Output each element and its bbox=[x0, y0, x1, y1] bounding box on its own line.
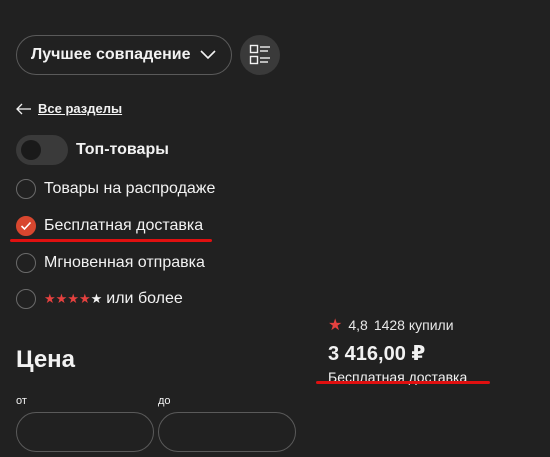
filter-rating[interactable]: ★★★★★ или более bbox=[16, 289, 183, 309]
instant-shipping-checkbox[interactable] bbox=[16, 253, 36, 273]
price-to-label: до bbox=[158, 395, 171, 407]
arrow-left-icon bbox=[16, 103, 31, 114]
back-to-all-sections-link[interactable]: Все разделы bbox=[16, 101, 122, 116]
chevron-down-icon bbox=[200, 50, 216, 60]
red-underline-annotation bbox=[316, 381, 490, 384]
product-rating: 4,8 bbox=[348, 317, 368, 333]
product-card-info: ★ 4,8 1428 купили 3 416,00 ₽ Бесплатная … bbox=[328, 315, 467, 385]
filter-instant-shipping[interactable]: Мгновенная отправка bbox=[16, 253, 205, 273]
free-delivery-label: Бесплатная доставка bbox=[44, 217, 204, 234]
price-heading: Цена bbox=[16, 346, 76, 373]
free-delivery-checkbox[interactable] bbox=[16, 216, 36, 236]
top-products-label: Топ-товары bbox=[76, 141, 169, 158]
toggle-knob bbox=[21, 140, 41, 160]
price-to-input[interactable] bbox=[158, 412, 296, 452]
list-view-button[interactable] bbox=[240, 35, 280, 75]
star-filled-icon: ★ bbox=[78, 291, 91, 306]
product-meta: ★ 4,8 1428 купили bbox=[328, 315, 467, 335]
product-bought-count: 1428 купили bbox=[373, 317, 454, 333]
product-price: 3 416,00 ₽ bbox=[328, 343, 426, 365]
top-products-toggle[interactable] bbox=[16, 135, 68, 165]
filter-sale-items[interactable]: Товары на распродаже bbox=[16, 179, 215, 199]
star-filled-icon: ★ bbox=[44, 291, 56, 306]
filter-free-delivery[interactable]: Бесплатная доставка bbox=[16, 216, 203, 236]
top-products-toggle-row: Топ-товары bbox=[16, 135, 169, 165]
price-from-input[interactable] bbox=[16, 412, 154, 452]
sale-items-checkbox[interactable] bbox=[16, 179, 36, 199]
star-filled-icon: ★ bbox=[55, 291, 68, 306]
price-from-label: от bbox=[16, 395, 27, 407]
back-link-label: Все разделы bbox=[38, 101, 123, 116]
checkmark-icon bbox=[20, 221, 32, 231]
red-underline-annotation bbox=[10, 239, 212, 242]
star-filled-icon: ★ bbox=[67, 291, 79, 306]
star-empty-icon: ★ bbox=[90, 291, 103, 306]
instant-shipping-label: Мгновенная отправка bbox=[44, 254, 205, 271]
rating-stars: ★★★★★ bbox=[44, 291, 102, 307]
list-view-icon bbox=[249, 44, 270, 65]
sale-items-label: Товары на распродаже bbox=[44, 180, 216, 197]
star-icon: ★ bbox=[328, 317, 343, 334]
rating-checkbox[interactable] bbox=[16, 289, 36, 309]
sort-dropdown[interactable]: Лучшее совпадение bbox=[16, 35, 232, 75]
sort-dropdown-label: Лучшее совпадение bbox=[31, 46, 191, 63]
rating-suffix: или более bbox=[106, 290, 183, 307]
